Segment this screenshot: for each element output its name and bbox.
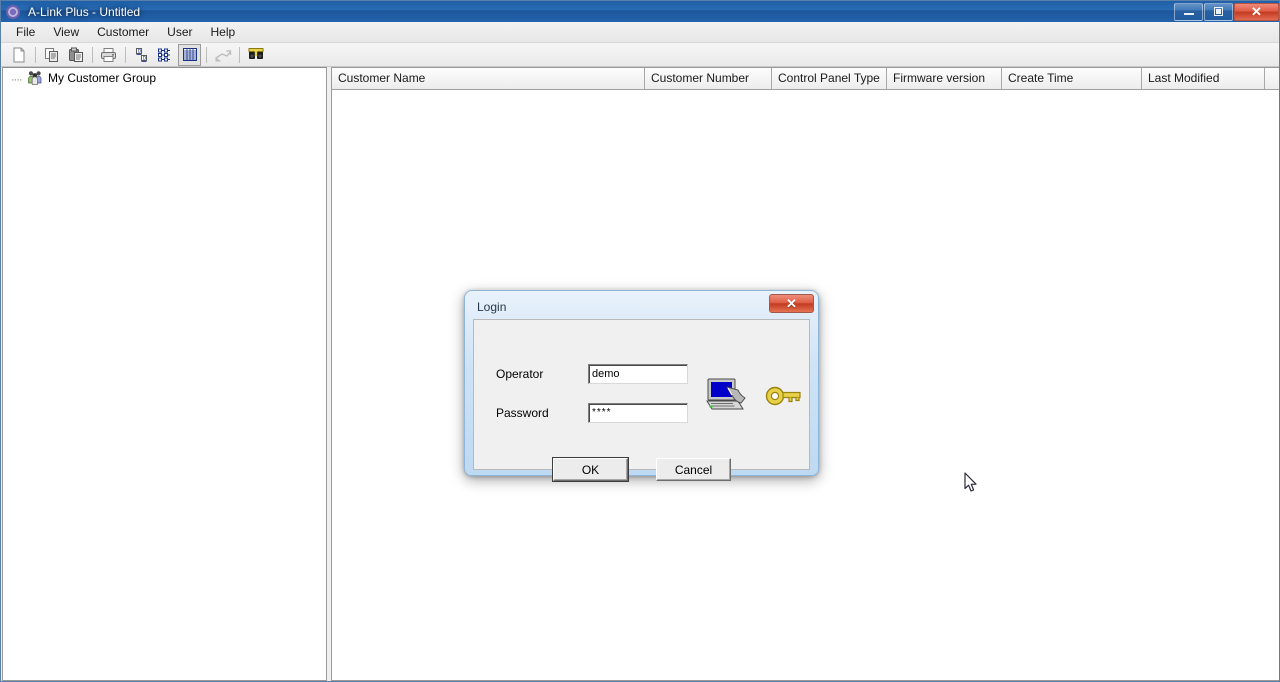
menu-item-user[interactable]: User bbox=[158, 23, 201, 41]
cancel-button[interactable]: Cancel bbox=[656, 458, 731, 481]
dialog-body: Operator demo Password **** OK Cancel bbox=[473, 319, 810, 482]
menu-item-help[interactable]: Help bbox=[202, 23, 245, 41]
dialog-close-button[interactable]: ✕ bbox=[769, 294, 814, 313]
find-binoculars-icon bbox=[248, 47, 263, 59]
details-view-button[interactable] bbox=[178, 43, 201, 66]
upload-icon bbox=[215, 49, 231, 61]
close-button[interactable]: ✕ bbox=[1234, 2, 1279, 21]
toolbar: D D bbox=[1, 43, 1279, 67]
window-titlebar[interactable]: A-Link Plus - Untitled ✕ bbox=[1, 1, 1279, 22]
tree-connector: ···· bbox=[11, 73, 23, 86]
password-field-row: Password **** bbox=[496, 403, 688, 423]
svg-text:D: D bbox=[142, 55, 146, 61]
details-view-icon bbox=[182, 48, 197, 61]
column-header-customer-number[interactable]: Customer Number bbox=[645, 68, 772, 89]
paste-button[interactable] bbox=[64, 44, 87, 66]
column-header-extra[interactable] bbox=[1265, 68, 1279, 89]
password-label: Password bbox=[496, 406, 549, 420]
restore-button[interactable] bbox=[1204, 2, 1233, 21]
dialog-title: Login bbox=[477, 299, 507, 314]
new-document-icon bbox=[13, 47, 24, 62]
customer-group-icon bbox=[27, 70, 43, 86]
operator-label: Operator bbox=[496, 367, 544, 381]
find-button[interactable] bbox=[244, 44, 267, 66]
toolbar-separator bbox=[125, 46, 126, 63]
operator-field-row: Operator demo bbox=[496, 364, 688, 384]
tree-item-label: My Customer Group bbox=[48, 70, 157, 85]
dialog-titlebar[interactable]: Login ✕ bbox=[468, 294, 815, 319]
menu-item-file[interactable]: File bbox=[7, 23, 44, 41]
customer-tree-panel[interactable]: ···· My Customer Group bbox=[2, 67, 327, 681]
column-header-control-panel-type[interactable]: Control Panel Type bbox=[772, 68, 887, 89]
menu-bar: File View Customer User Help bbox=[1, 22, 1279, 43]
tree-item-my-customer-group[interactable]: ···· My Customer Group bbox=[3, 68, 326, 87]
column-header-create-time[interactable]: Create Time bbox=[1002, 68, 1142, 89]
toolbar-separator bbox=[206, 46, 207, 63]
column-header-customer-name[interactable]: Customer Name bbox=[332, 68, 645, 89]
toolbar-separator bbox=[92, 46, 93, 63]
menu-item-view[interactable]: View bbox=[44, 23, 88, 41]
copy-icon bbox=[44, 47, 58, 62]
dialog-decoration-icons bbox=[706, 376, 804, 416]
svg-text:D: D bbox=[137, 48, 141, 54]
print-icon bbox=[101, 47, 116, 62]
list-column-headers: Customer Name Customer Number Control Pa… bbox=[332, 68, 1279, 90]
app-logo-icon bbox=[6, 4, 22, 20]
ok-button[interactable]: OK bbox=[552, 457, 629, 482]
window-title: A-Link Plus - Untitled bbox=[28, 4, 141, 19]
print-button[interactable] bbox=[97, 44, 120, 66]
minimize-button[interactable] bbox=[1174, 2, 1203, 21]
computer-login-icon bbox=[706, 378, 746, 410]
application-window: A-Link Plus - Untitled ✕ File View Custo… bbox=[0, 0, 1280, 682]
toolbar-separator bbox=[239, 46, 240, 63]
list-view-button[interactable] bbox=[154, 44, 177, 66]
column-header-firmware-version[interactable]: Firmware version bbox=[887, 68, 1002, 89]
menu-item-customer[interactable]: Customer bbox=[88, 23, 158, 41]
upload-button[interactable] bbox=[211, 44, 234, 66]
login-dialog: Login ✕ Operator demo Password **** OK C… bbox=[464, 290, 819, 482]
copy-button[interactable] bbox=[40, 44, 63, 66]
operator-input[interactable]: demo bbox=[588, 364, 688, 384]
password-input[interactable]: **** bbox=[588, 403, 688, 423]
new-document-button[interactable] bbox=[7, 44, 30, 66]
list-view-icon bbox=[157, 48, 170, 61]
column-header-last-modified[interactable]: Last Modified bbox=[1142, 68, 1265, 89]
window-controls: ✕ bbox=[1173, 1, 1279, 22]
large-icons-view-button[interactable]: D D bbox=[130, 44, 153, 66]
toolbar-separator bbox=[35, 46, 36, 63]
key-icon bbox=[765, 386, 801, 406]
paste-icon bbox=[68, 47, 83, 62]
large-icons-view-icon: D D bbox=[135, 47, 147, 62]
